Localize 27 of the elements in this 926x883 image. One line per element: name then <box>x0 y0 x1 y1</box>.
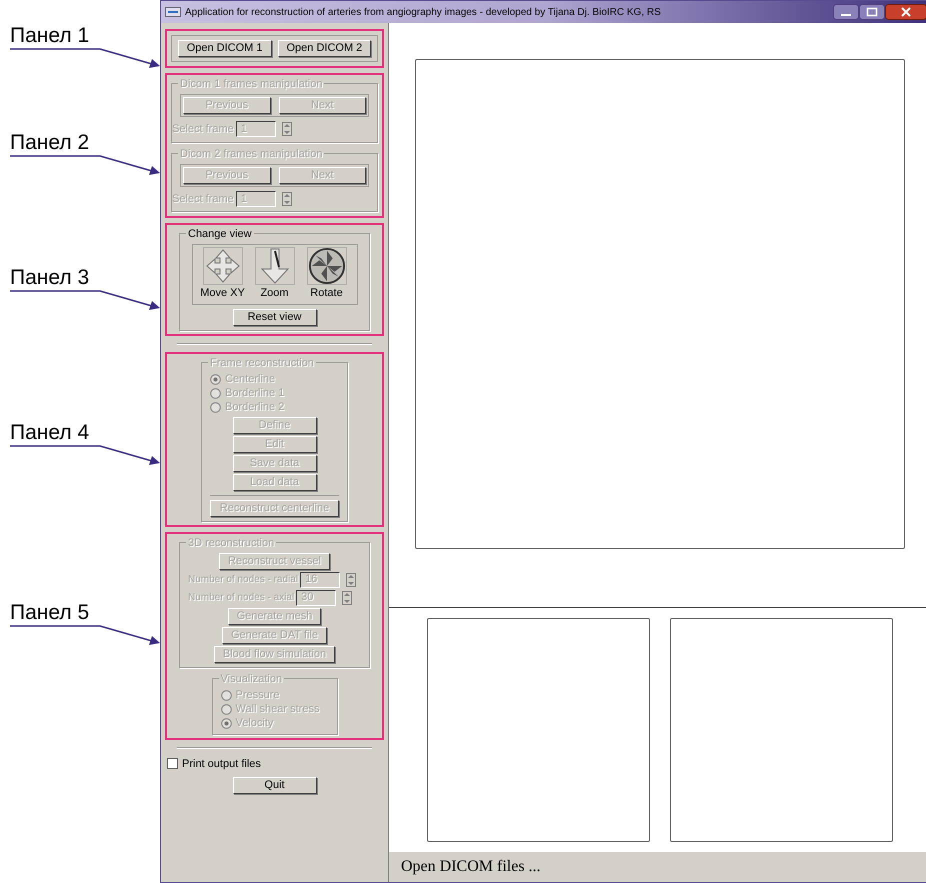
app-icon <box>165 7 181 17</box>
arrow-down-icon <box>260 247 290 285</box>
tool-button[interactable] <box>254 247 294 285</box>
tool-label: Zoom <box>260 286 289 301</box>
tool-label: Move XY <box>200 286 245 301</box>
sphere-icon <box>308 246 346 286</box>
checkbox[interactable] <box>167 758 178 770</box>
maximize-icon[interactable] <box>859 4 885 20</box>
close-icon[interactable] <box>885 4 926 20</box>
panel-label: Панел 4 <box>9 421 90 445</box>
open-button[interactable]: Open DICOM 1 <box>178 40 272 57</box>
tool-button[interactable] <box>202 247 242 285</box>
open-button[interactable]: Open DICOM 2 <box>278 40 372 57</box>
reset-button[interactable]: Reset view <box>232 308 316 326</box>
status-text: Open DICOM files ... <box>401 857 541 877</box>
group-title: Change view <box>186 226 254 242</box>
quit-button[interactable]: Quit <box>232 777 316 794</box>
panel-label: Панел 2 <box>9 131 90 155</box>
minimize-icon[interactable] <box>833 4 859 20</box>
panel-label: Панел 1 <box>9 24 90 48</box>
four-arrows-icon <box>204 248 240 284</box>
tool-label: Rotate <box>310 286 343 301</box>
window-title: Application for reconstruction of arteries from angiography images - developed by Tijana Dj. BioIRC KG, RS <box>185 6 662 20</box>
panel-label: Панел 5 <box>9 601 90 625</box>
tool-button[interactable] <box>306 247 346 285</box>
panel-label: Панел 3 <box>9 266 90 290</box>
checkbox-label: Print output files <box>182 756 261 772</box>
